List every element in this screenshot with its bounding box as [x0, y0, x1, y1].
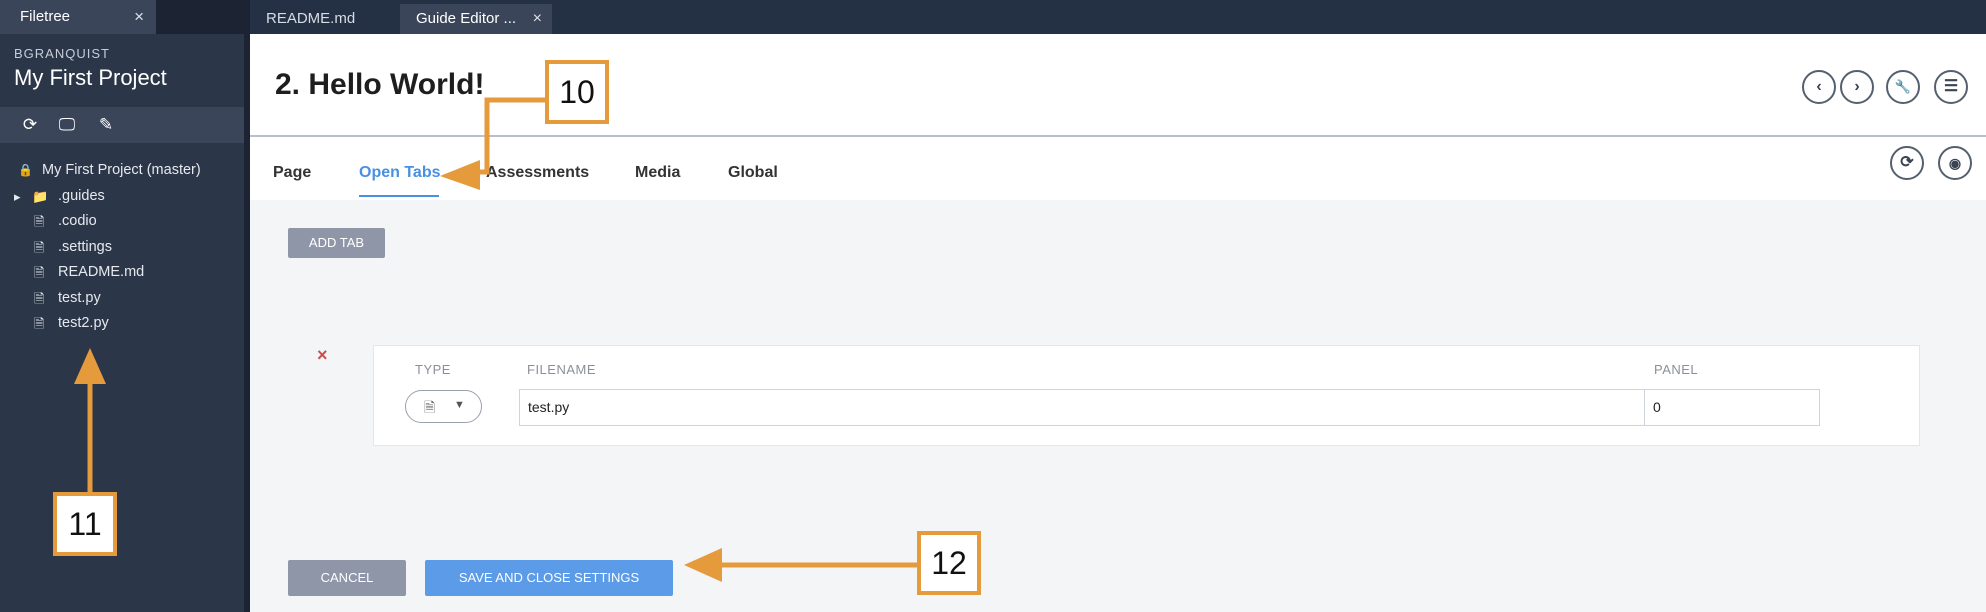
open-tabs-settings: ADD TAB × TYPE FILENAME PANEL 🗎 ▼ test.p…: [250, 200, 1986, 612]
file-icon: 🗎: [34, 290, 45, 306]
tree-item-settings[interactable]: 🗎 .settings: [0, 235, 248, 261]
file-tree: 🔒 My First Project (master) ▸ 📁 .guides …: [0, 158, 248, 337]
type-select[interactable]: 🗎 ▼: [405, 390, 482, 423]
refresh-icon[interactable]: ⟳: [1890, 146, 1924, 180]
tab-global[interactable]: Global: [728, 164, 778, 182]
chevron-down-icon: ▼: [454, 399, 465, 411]
filetree-tab[interactable]: Filetree ×: [0, 0, 156, 34]
edit-icon[interactable]: ✎: [96, 115, 116, 135]
tree-item-root[interactable]: 🔒 My First Project (master): [0, 158, 248, 184]
lock-icon: 🔒: [18, 163, 33, 177]
tab-label: README.md: [266, 10, 356, 27]
chevron-right-icon[interactable]: ▸: [14, 184, 21, 210]
open-tab-row: TYPE FILENAME PANEL 🗎 ▼ test.py 0: [373, 345, 1920, 446]
file-icon: 🗎: [34, 316, 45, 331]
tree-item-label: My First Project (master): [42, 162, 201, 178]
tree-item-label: .settings: [58, 238, 112, 255]
file-icon: 🗎: [34, 214, 45, 229]
remove-tab-icon[interactable]: ×: [317, 345, 328, 366]
title-divider: [250, 135, 1986, 137]
tab-label: Guide Editor ...: [416, 10, 517, 27]
tab-open-tabs[interactable]: Open Tabs: [359, 164, 441, 182]
sidebar-splitter[interactable]: [244, 0, 248, 612]
annotation-11: 11: [53, 492, 117, 556]
add-tab-button[interactable]: ADD TAB: [288, 228, 385, 258]
editor-tabbar: README.md Guide Editor ... ×: [250, 0, 1986, 34]
file-icon: 🗎: [424, 399, 436, 415]
tree-item-codio[interactable]: 🗎 .codio: [0, 209, 248, 235]
tree-item-label: test.py: [58, 289, 101, 306]
tree-item-test2-py[interactable]: 🗎 test2.py: [0, 311, 248, 337]
filetree-toolbar: ⟳ 🖵 ✎: [0, 107, 248, 143]
page-title: 2. Hello World!: [275, 68, 485, 101]
prev-icon[interactable]: ‹: [1802, 70, 1836, 104]
project-header: BGRANQUIST My First Project: [0, 34, 248, 105]
tab-guide-editor[interactable]: Guide Editor ... ×: [400, 4, 552, 34]
filename-input[interactable]: test.py: [519, 389, 1669, 426]
tree-item-label: README.md: [58, 264, 145, 280]
guide-editor: 2. Hello World! ‹ › 🔧 ☰ Page Open Tabs A…: [250, 34, 1986, 612]
tab-media[interactable]: Media: [635, 164, 680, 182]
folder-icon: 📁: [32, 188, 49, 204]
tree-item-guides[interactable]: ▸ 📁 .guides: [0, 184, 248, 210]
filename-column-label: FILENAME: [527, 362, 597, 377]
list-icon[interactable]: ☰: [1934, 70, 1968, 104]
cancel-button[interactable]: CANCEL: [288, 560, 406, 596]
next-icon[interactable]: ›: [1840, 70, 1874, 104]
filetree-tab-label: Filetree: [20, 8, 71, 25]
tab-readme[interactable]: README.md: [250, 4, 400, 34]
filetree-tabbar: Filetree ×: [0, 0, 248, 34]
tree-item-test-py[interactable]: 🗎 test.py: [0, 286, 248, 312]
eye-icon[interactable]: ◉: [1938, 146, 1972, 180]
active-tab-indicator: [359, 195, 439, 197]
file-icon: 🗎: [34, 239, 45, 255]
deploy-icon[interactable]: 🖵: [57, 115, 77, 135]
annotation-12: 12: [917, 531, 981, 595]
user-name: BGRANQUIST: [14, 46, 110, 61]
type-column-label: TYPE: [415, 362, 451, 377]
tab-assessments[interactable]: Assessments: [486, 164, 589, 182]
filetree-panel: Filetree × BGRANQUIST My First Project ⟳…: [0, 0, 248, 612]
tree-item-label: test2.py: [58, 315, 109, 331]
tree-item-label: .codio: [58, 213, 97, 229]
tree-item-readme[interactable]: 🗎 README.md: [0, 260, 248, 286]
project-title: My First Project: [14, 65, 167, 90]
tab-page[interactable]: Page: [273, 164, 311, 182]
file-icon: 🗎: [34, 265, 45, 280]
wrench-icon[interactable]: 🔧: [1886, 70, 1920, 104]
panel-column-label: PANEL: [1654, 362, 1699, 377]
annotation-10: 10: [545, 60, 609, 124]
tree-item-label: .guides: [58, 187, 105, 204]
panel-input[interactable]: 0: [1644, 389, 1820, 426]
refresh-icon[interactable]: ⟳: [20, 115, 40, 135]
close-icon[interactable]: ×: [533, 4, 542, 34]
save-and-close-button[interactable]: SAVE AND CLOSE SETTINGS: [425, 560, 673, 596]
close-icon[interactable]: ×: [134, 0, 144, 34]
